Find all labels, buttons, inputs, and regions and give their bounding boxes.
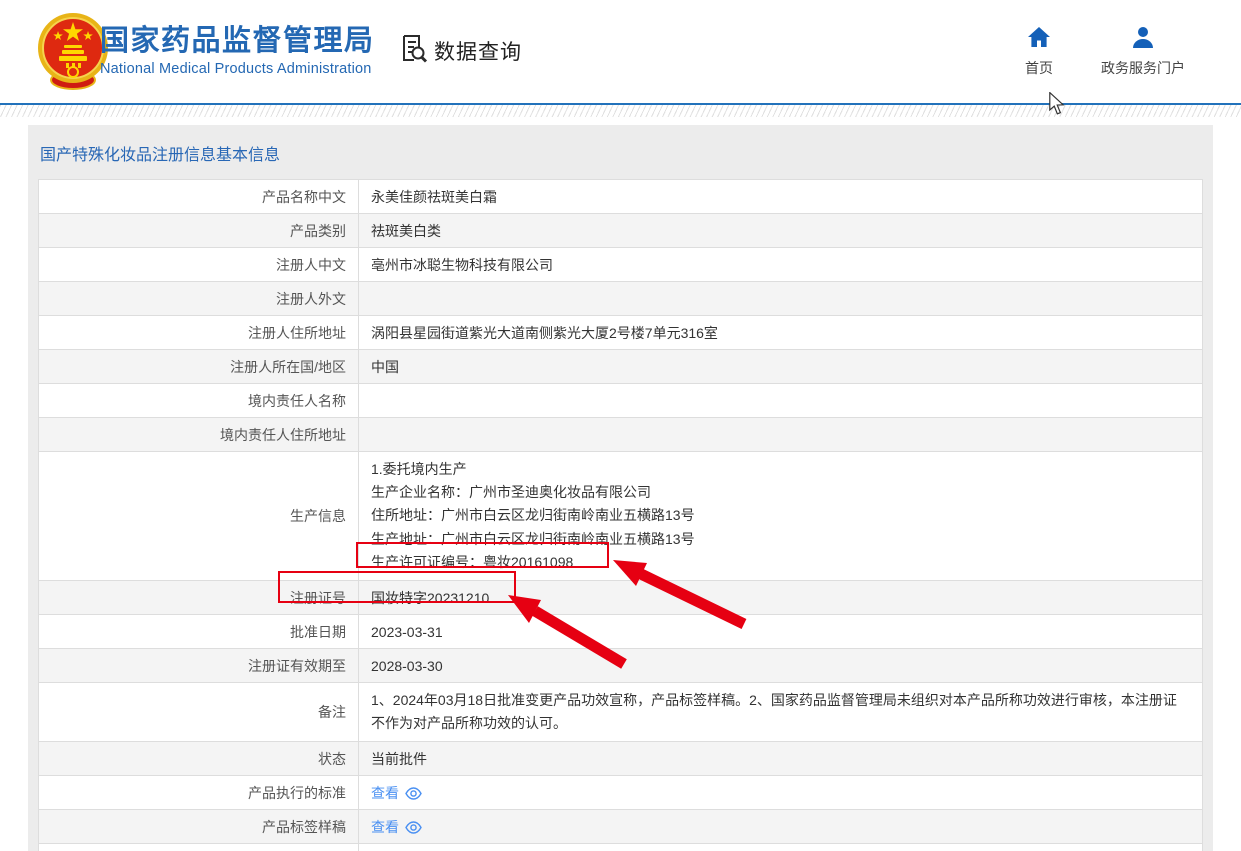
view-link[interactable]: 查看: [371, 817, 399, 837]
production-info-line: 1.委托境内生产: [371, 461, 467, 477]
row-label: 注册人中文: [38, 247, 359, 282]
table-row: 上市销售包装: [38, 843, 1203, 851]
table-row: 产品名称中文 永美佳颜祛斑美白霜: [38, 179, 1203, 214]
table-row: 境内责任人住所地址: [38, 417, 1203, 452]
table-row: 生产信息 1.委托境内生产 生产企业名称：广州市圣迪奥化妆品有限公司 住所地址：广州市…: [38, 450, 1203, 582]
data-query-label: 数据查询: [434, 40, 522, 64]
table-row: 注册证号 国妆特字20231210: [38, 580, 1203, 616]
row-label: 注册人外文: [38, 281, 359, 316]
nav-gov-portal-label: 政务服务门户: [1101, 60, 1185, 76]
eye-icon[interactable]: [405, 820, 422, 837]
production-info-line: 生产企业名称：广州市圣迪奥化妆品有限公司: [371, 484, 651, 501]
table-row: 产品标签样稿 查看: [38, 809, 1203, 845]
row-label: 备注: [38, 682, 359, 743]
site-subtitle: National Medical Products Administration: [100, 61, 372, 77]
row-label: 批准日期: [38, 614, 359, 650]
content-container: 国产特殊化妆品注册信息基本信息 产品名称中文 永美佳颜祛斑美白霜 产品类别 祛斑美白类…: [28, 125, 1213, 851]
table-row: 产品执行的标准 查看: [38, 775, 1203, 811]
row-value: 祛斑美白类: [358, 213, 1203, 248]
row-label: 注册证有效期至: [38, 648, 359, 684]
row-value: 2023-03-31: [358, 614, 1203, 650]
nav-home-label: 首页: [1025, 60, 1053, 76]
row-value: [358, 281, 1203, 316]
data-query-icon: [398, 33, 428, 68]
row-label: 注册证号: [38, 580, 359, 616]
table-row: 批准日期 2023-03-31: [38, 614, 1203, 650]
row-label: 产品标签样稿: [38, 809, 359, 845]
row-value: 1.委托境内生产生产企业名称：广州市圣迪奥化妆品有限公司住所地址：广州市白云区龙…: [358, 450, 1203, 582]
row-label: 注册人所在国/地区: [38, 349, 359, 384]
row-value: 永美佳颜祛斑美白霜: [358, 179, 1203, 214]
row-value: 查看: [358, 809, 1203, 845]
production-info-line: 生产地址：广州市白云区龙归街南岭南业五横路13号: [371, 530, 695, 547]
site-brand: 国家药品监督管理局 National Medical Products Admi…: [100, 24, 375, 77]
table-row: 注册人中文 亳州市冰聪生物科技有限公司: [38, 247, 1203, 282]
production-info-line: 住所地址：广州市白云区龙归街南岭南业五横路13号: [371, 507, 695, 524]
eye-icon[interactable]: [405, 786, 422, 803]
row-value: [358, 843, 1203, 851]
row-label: 产品名称中文: [38, 179, 359, 214]
row-value: 国妆特字20231210: [358, 580, 1203, 616]
production-info-line: 生产许可证编号：粤妆20161098: [371, 553, 574, 570]
nav-home[interactable]: 首页: [1025, 26, 1053, 78]
top-nav: 首页 政务服务门户: [1025, 26, 1185, 78]
data-query-entry[interactable]: 数据查询: [398, 33, 522, 68]
row-value: 亳州市冰聪生物科技有限公司: [358, 247, 1203, 282]
table-row: 注册人外文: [38, 281, 1203, 316]
table-row: 注册证有效期至 2028-03-30: [38, 648, 1203, 684]
table-row: 备注 1、2024年03月18日批准变更产品功效宣称，产品标签样稿。2、国家药品监…: [38, 682, 1203, 743]
page-title: 国产特殊化妆品注册信息基本信息: [40, 147, 281, 164]
view-link[interactable]: 查看: [371, 783, 399, 803]
row-label: 境内责任人住所地址: [38, 417, 359, 452]
row-value: 中国: [358, 349, 1203, 384]
row-label: 状态: [38, 741, 359, 777]
nav-gov-portal[interactable]: 政务服务门户: [1101, 26, 1185, 78]
site-title: 国家药品监督管理局: [100, 25, 375, 57]
row-value: 1、2024年03月18日批准变更产品功效宣称，产品标签样稿。2、国家药品监督管…: [358, 682, 1203, 743]
row-label: 生产信息: [38, 450, 359, 582]
row-value: 查看: [358, 775, 1203, 811]
row-value: [358, 417, 1203, 452]
row-label: 境内责任人名称: [38, 383, 359, 418]
row-label: 产品执行的标准: [38, 775, 359, 811]
row-value: 涡阳县星园街道紫光大道南侧紫光大厦2号楼7单元316室: [358, 315, 1203, 350]
info-table-body: 产品名称中文 永美佳颜祛斑美白霜 产品类别 祛斑美白类 注册人中文 亳州市冰聪生物科技有限…: [38, 179, 1203, 851]
table-row: 状态 当前批件: [38, 741, 1203, 777]
registration-info-table: 产品名称中文 永美佳颜祛斑美白霜 产品类别 祛斑美白类 注册人中文 亳州市冰聪生物科技有限…: [38, 179, 1203, 851]
table-row: 注册人住所地址 涡阳县星园街道紫光大道南侧紫光大厦2号楼7单元316室: [38, 315, 1203, 350]
hatched-strip: [0, 105, 1241, 117]
row-label: 注册人住所地址: [38, 315, 359, 350]
row-value: 当前批件: [358, 741, 1203, 777]
home-icon: [1027, 26, 1051, 53]
page-header: 国家药品监督管理局 National Medical Products Admi…: [0, 0, 1241, 103]
row-value: [358, 383, 1203, 418]
user-icon: [1131, 26, 1155, 53]
table-row: 注册人所在国/地区 中国: [38, 349, 1203, 384]
row-label: 产品类别: [38, 213, 359, 248]
table-row: 产品类别 祛斑美白类: [38, 213, 1203, 248]
row-value: 2028-03-30: [358, 648, 1203, 684]
row-label: 上市销售包装: [38, 843, 359, 851]
table-row: 境内责任人名称: [38, 383, 1203, 418]
